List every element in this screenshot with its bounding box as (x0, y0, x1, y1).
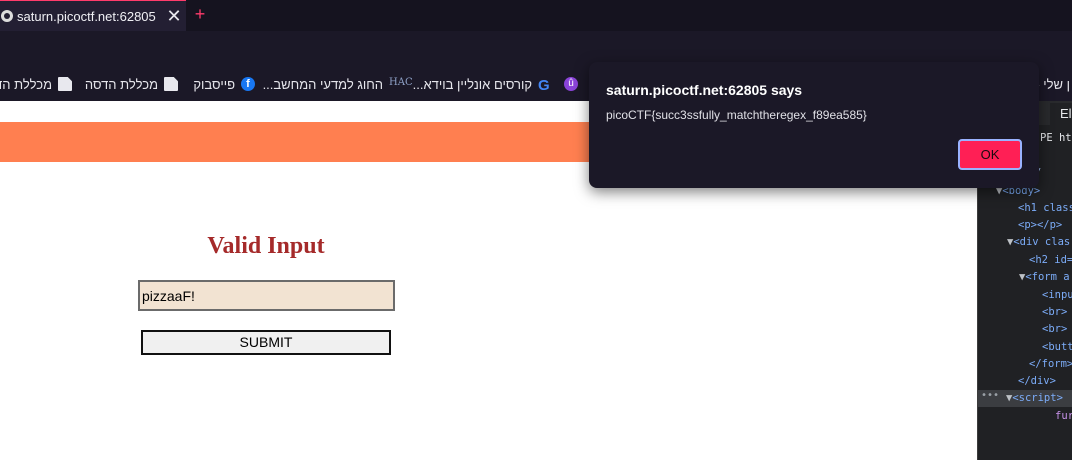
tab-close-icon[interactable]: ✕ (164, 6, 184, 26)
google-icon: G (538, 77, 550, 94)
bookmark-udemy[interactable]: û (564, 67, 578, 101)
dom-line[interactable]: <br> (1042, 321, 1067, 338)
dom-line-form[interactable]: ▼<form a (1019, 269, 1070, 286)
dom-line[interactable]: <h1 class (1018, 200, 1072, 217)
dom-line[interactable]: fur (1055, 408, 1072, 425)
alert-title: saturn.picoctf.net:62805 says (606, 82, 803, 98)
dom-line[interactable]: <butt (1042, 339, 1072, 356)
alert-message: picoCTF{succ3ssfully_matchtheregex_f89ea… (606, 108, 867, 122)
bookmark-cs-department[interactable]: HAC החוג למדעי המחשב... (262, 67, 413, 101)
document-icon (164, 77, 178, 91)
dom-tag: <form a (1025, 271, 1070, 283)
dom-line[interactable]: </form> (1029, 356, 1072, 373)
browser-tab-strip: saturn.picoctf.net:62805 ✕ + (0, 0, 1072, 31)
document-icon (58, 77, 72, 91)
hac-logo-icon: HAC (389, 77, 413, 88)
tab-elements[interactable]: Ele (1050, 103, 1072, 125)
alert-dialog: saturn.picoctf.net:62805 says picoCTF{su… (589, 62, 1039, 188)
dom-line[interactable]: <br> (1042, 304, 1067, 321)
bookmark-label: מכללת הדסה (84, 76, 158, 92)
ok-button[interactable]: OK (958, 139, 1022, 170)
bookmark-facebook[interactable]: f פייסבוק (193, 67, 255, 101)
bookmark-online-courses[interactable]: G קורסים אונליין בוידא... (413, 67, 552, 101)
dom-line-script[interactable]: ▼<script> (1006, 390, 1063, 407)
bookmark-hadassah-2[interactable]: מכללת הדסה (85, 67, 178, 101)
bookmark-label: קורסים אונליין בוידא... (412, 76, 532, 92)
page-heading: Valid Input (207, 233, 325, 259)
dom-tag: <script> (1012, 392, 1063, 404)
dom-line: PE ht (1040, 132, 1072, 144)
site-favicon-icon (1, 10, 13, 22)
bookmark-label: פייסבוק (193, 76, 235, 92)
text-input[interactable] (138, 280, 395, 311)
browser-tab[interactable]: saturn.picoctf.net:62805 ✕ (0, 0, 186, 31)
bookmark-label: ן שלי - (1035, 76, 1070, 92)
more-options-icon[interactable]: ••• (981, 390, 999, 401)
bookmark-label: החוג למדעי המחשב... (262, 76, 383, 92)
dom-line[interactable]: <inpu (1042, 287, 1072, 304)
dom-line[interactable]: </div> (1018, 373, 1056, 390)
new-tab-button[interactable]: + (190, 3, 210, 25)
dom-line-div[interactable]: ▼<div clas (1007, 234, 1070, 251)
facebook-icon: f (241, 77, 255, 91)
dom-tag: <div clas (1013, 236, 1071, 248)
submit-button[interactable]: SUBMIT (141, 330, 391, 355)
dom-line[interactable]: <p></p> (1018, 217, 1062, 234)
bookmark-label: מכללת הדסה (0, 76, 52, 92)
dom-line[interactable]: <h2 id= (1029, 252, 1072, 269)
bookmark-partial[interactable]: ן שלי - (1035, 67, 1070, 101)
udemy-icon: û (564, 77, 578, 91)
bookmark-hadassah-1[interactable]: מכללת הדסה (0, 67, 72, 101)
tab-title: saturn.picoctf.net:62805 (17, 8, 156, 24)
